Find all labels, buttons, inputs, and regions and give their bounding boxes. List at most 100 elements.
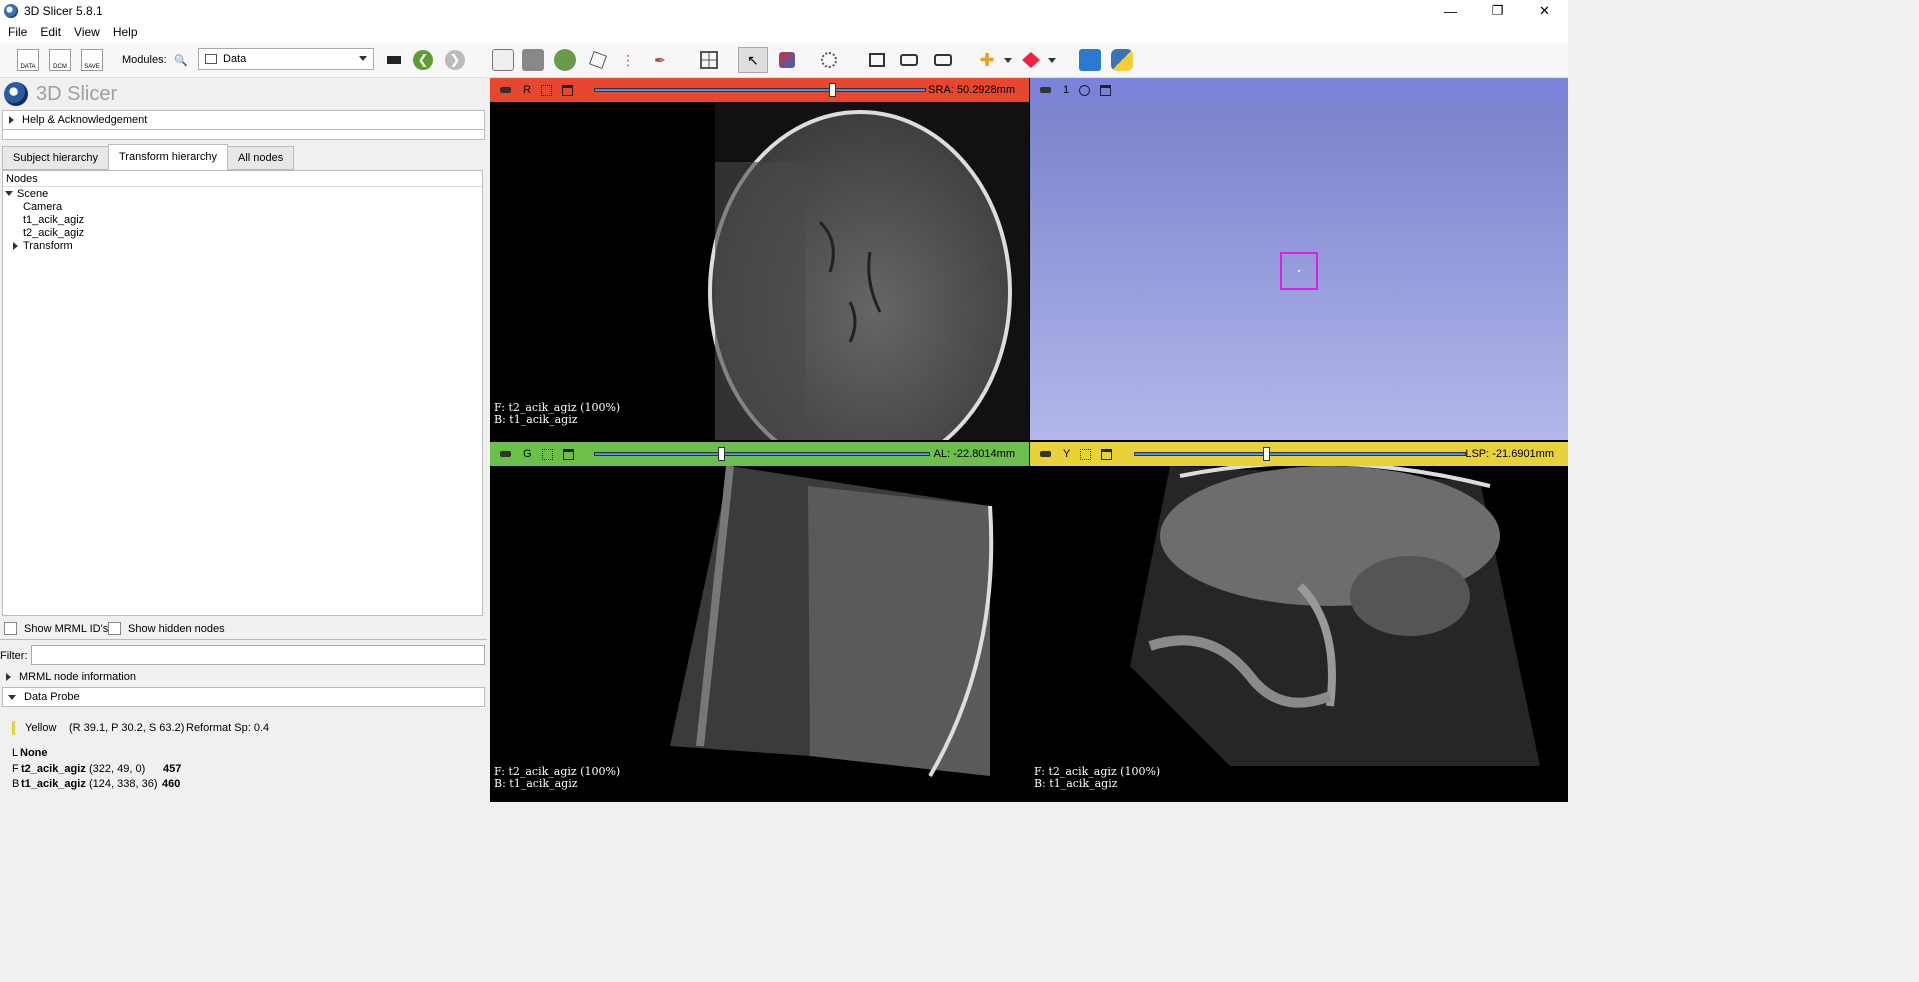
sagittal-head-image [1130,461,1540,766]
window-level-button[interactable] [776,47,798,73]
module-search-icon[interactable]: 🔍 [174,47,188,73]
pin-icon[interactable] [1040,87,1051,93]
nodes-tree[interactable]: Nodes Scene Camera t1_acik_agiz t2_acik_… [2,170,483,616]
extensions-button[interactable] [1078,47,1102,73]
module-selector[interactable]: Data [198,48,374,70]
crosshair-button[interactable] [818,47,840,73]
menu-bar: File Edit View Help [0,22,1568,42]
chevron-down-icon [359,56,367,61]
markup-place-button[interactable] [1020,47,1042,73]
probe-b-ijk: (124, 338, 36) [89,778,158,790]
yellow-slice-image[interactable]: F: t2_acik_agiz (100%) B: t1_acik_agiz [1030,461,1568,802]
expand-arrow-icon [13,241,18,250]
scene-view-button[interactable] [898,47,920,73]
center-view-icon[interactable] [1079,84,1091,96]
show-mrml-ids-checkbox[interactable] [4,622,17,635]
back-button[interactable]: ❮ [412,47,434,73]
tree-item-t1[interactable]: t1_acik_agiz [3,213,482,226]
pointer-mode-button[interactable]: ↖ [738,47,768,73]
pin-icon[interactable] [500,87,511,93]
load-data-button[interactable]: DATA [16,47,40,73]
slider-handle[interactable] [829,83,836,97]
tree-item-camera[interactable]: Camera [3,200,482,213]
camera-icon [869,53,885,67]
link-icon[interactable] [540,84,552,96]
menu-help[interactable]: Help [105,25,143,39]
models-button[interactable] [554,47,576,73]
save-button[interactable]: SAVE [80,47,104,73]
data-module-button[interactable] [492,47,514,73]
screenshot-button[interactable] [866,47,888,73]
threed-view[interactable]: 1 [1030,78,1568,440]
slice-offset-slider[interactable] [594,447,930,461]
fiducial-menu-button[interactable] [1000,47,1016,73]
segment-editor-button[interactable]: ✒ [650,47,670,73]
green-slice-image[interactable]: F: t2_acik_agiz (100%) B: t1_acik_agiz [490,465,1029,802]
fiducial-button[interactable]: ✚ [976,47,998,73]
maximize-view-icon[interactable] [562,448,574,460]
minimize-button[interactable]: — [1427,0,1474,22]
probe-l-label: L [12,747,19,759]
maximize-view-icon[interactable] [1101,448,1113,460]
window-level-icon [779,52,795,68]
maximize-view-icon[interactable] [561,84,573,96]
yellow-view-controller: Y LSP: -21.6901mm [1030,442,1568,466]
probe-view-name: Yellow [25,722,57,734]
pin-icon[interactable] [500,451,511,457]
link-icon[interactable] [541,448,553,460]
python-console-button[interactable] [1110,47,1134,73]
module-panel: 3D Slicer Help & Acknowledgement Subject… [0,78,490,802]
save-icon: SAVE [81,49,103,71]
slider-handle[interactable] [1263,447,1270,461]
red-slice-image[interactable]: F: t2_acik_agiz (100%) B: t1_acik_agiz [490,102,1029,440]
tab-all-nodes[interactable]: All nodes [227,146,295,170]
slider-handle[interactable] [718,447,725,461]
dicom-button[interactable]: DCM [48,47,72,73]
data-probe-section[interactable]: Data Probe [2,687,485,707]
tree-item-label: Transform [23,239,73,252]
maximize-view-icon[interactable] [1100,84,1112,96]
maximize-button[interactable]: ❐ [1474,0,1521,22]
help-acknowledgement-section[interactable]: Help & Acknowledgement [2,110,485,130]
probe-f-value: 457 [163,763,182,775]
scene-view-menu-button[interactable] [930,47,956,73]
slicer-logo: 3D Slicer [4,82,117,106]
menu-edit[interactable]: Edit [32,25,66,39]
menu-file[interactable]: File [0,25,32,39]
show-hidden-nodes-checkbox[interactable] [108,622,121,635]
divider [0,639,487,640]
tab-subject-hierarchy[interactable]: Subject hierarchy [2,146,109,170]
yellow-slice-view[interactable]: Y LSP: -21.6901mm F: t2_acik_agiz (100%)… [1030,442,1568,802]
mrml-info-section[interactable]: MRML node information [4,670,136,684]
layout-button[interactable] [696,47,722,73]
slice-offset-slider[interactable] [594,83,926,97]
threed-render[interactable] [1030,102,1568,440]
tree-item-transform[interactable]: Transform [3,239,482,252]
forward-button[interactable]: ❯ [444,47,466,73]
menu-view[interactable]: View [66,25,105,39]
tree-item-scene[interactable]: Scene [3,187,482,200]
tree-header: Nodes [3,171,482,187]
tree-item-t2[interactable]: t2_acik_agiz [3,226,482,239]
link-icon[interactable] [1080,448,1092,460]
volume-cube-icon [522,49,544,71]
pin-icon[interactable] [1040,451,1051,457]
overlay-bg: B: t1_acik_agiz [1034,777,1118,790]
close-button[interactable]: ✕ [1521,0,1568,22]
red-slice-view[interactable]: R SRA: 50.2928mm F: t2_acik_agiz (100%) … [490,78,1029,440]
markup-menu-button[interactable] [1044,47,1060,73]
show-mrml-ids-option[interactable]: Show MRML ID's [4,622,108,635]
probe-b-value: 460 [162,778,181,790]
transforms-button[interactable] [588,47,608,73]
module-history-button[interactable] [384,47,404,73]
slice-offset-slider[interactable] [1134,447,1466,461]
show-hidden-nodes-option[interactable]: Show hidden nodes [108,622,225,635]
filter-input[interactable] [31,645,485,665]
slice-offset-value: AL: -22.8014mm [933,448,1015,460]
green-slice-view[interactable]: G AL: -22.8014mm F: t2_acik_agiz (100%) … [490,442,1029,802]
tab-transform-hierarchy[interactable]: Transform hierarchy [108,144,229,170]
mrml-info-label: MRML node information [19,671,136,683]
module-selected: Data [223,53,247,65]
volumes-button[interactable] [522,47,544,73]
markups-button[interactable]: ⋮ [618,47,638,73]
